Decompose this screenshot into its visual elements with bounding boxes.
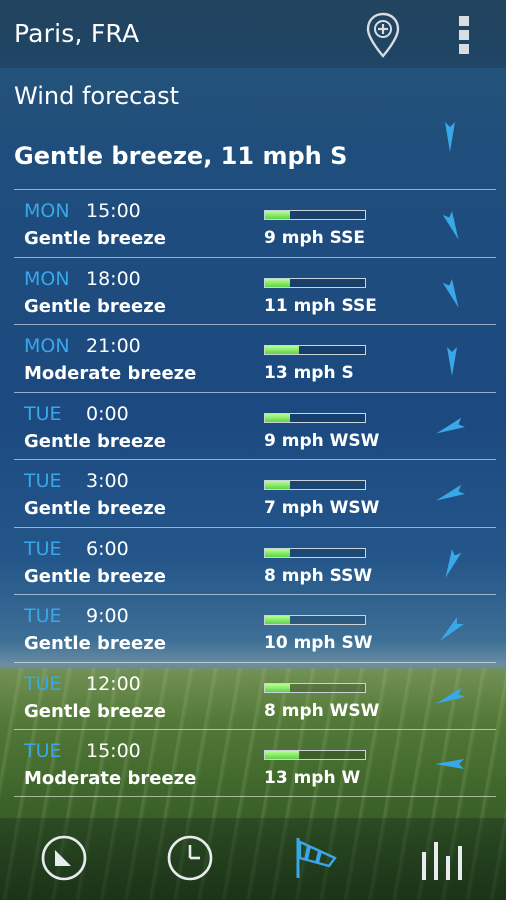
forecast-day: TUE	[24, 740, 62, 762]
forecast-description: Moderate breeze	[24, 363, 197, 384]
wind-strength-bar	[264, 480, 366, 490]
wind-strength-bar-fill	[265, 278, 290, 287]
forecast-description: Moderate breeze	[24, 768, 197, 789]
wind-strength-bar-fill	[265, 481, 290, 489]
forecast-description: Gentle breeze	[24, 430, 166, 452]
forecast-time: 0:00	[86, 402, 129, 425]
hourly-clock-icon[interactable]	[164, 832, 216, 884]
forecast-wind-speed: 13 mph W	[264, 768, 361, 788]
forecast-wind-speed: 8 mph WSW	[264, 700, 380, 721]
wind-strength-bar-fill	[265, 413, 290, 422]
forecast-day: TUE	[24, 537, 62, 560]
wind-direction-arrow-icon	[432, 677, 472, 717]
wind-strength-bar-fill	[265, 683, 290, 692]
wind-strength-bar	[264, 277, 366, 288]
forecast-day: MON	[24, 200, 70, 222]
forecast-description: Gentle breeze	[24, 565, 166, 587]
wind-strength-bar	[264, 345, 366, 355]
add-location-pin-icon[interactable]	[366, 12, 400, 58]
forecast-time: 15:00	[86, 740, 141, 762]
forecast-day: MON	[24, 267, 70, 290]
current-conditions-dial-icon[interactable]	[38, 832, 90, 884]
arrow-shape	[435, 759, 464, 769]
forecast-description: Gentle breeze	[24, 228, 166, 249]
arrow-shape	[439, 616, 465, 642]
forecast-description: Gentle breeze	[24, 700, 166, 722]
forecast-wind-speed: 9 mph WSW	[264, 430, 380, 451]
wind-strength-bar	[264, 682, 366, 693]
arrow-shape	[442, 278, 459, 308]
forecast-row[interactable]: MON 15:00 Gentle breeze 9 mph SSE	[14, 189, 496, 257]
forecast-row[interactable]: TUE 9:00 Gentle breeze 10 mph SW	[14, 594, 496, 662]
current-wind-direction-arrow-icon	[430, 112, 470, 156]
wind-direction-arrow-icon	[432, 744, 472, 784]
forecast-time: 18:00	[86, 267, 141, 290]
forecast-wind-speed: 7 mph WSW	[264, 498, 380, 518]
forecast-row[interactable]: TUE 0:00 Gentle breeze 9 mph WSW	[14, 391, 496, 460]
arrow-shape	[445, 548, 462, 578]
forecast-wind-speed: 10 mph SW	[264, 633, 373, 653]
forecast-row[interactable]: TUE 6:00 Gentle breeze 8 mph SSW	[14, 526, 496, 595]
wind-strength-bar-fill	[265, 211, 290, 219]
forecast-list: MON 15:00 Gentle breeze 9 mph SSE MON 18:00 Ge…	[14, 189, 496, 797]
wind-strength-bar-fill	[265, 346, 299, 354]
forecast-day: TUE	[24, 470, 62, 492]
wind-direction-arrow-icon	[432, 542, 472, 582]
forecast-wind-speed: 9 mph SSE	[264, 228, 365, 248]
wind-strength-bar-fill	[265, 616, 290, 624]
forecast-description: Gentle breeze	[24, 633, 166, 654]
wind-direction-arrow-icon	[432, 339, 472, 379]
wind-direction-arrow-icon	[432, 272, 472, 312]
forecast-day: TUE	[24, 605, 62, 627]
wind-strength-bar	[264, 750, 366, 760]
wind-strength-bar	[264, 412, 366, 423]
arrow-shape	[436, 417, 465, 434]
forecast-description: Gentle breeze	[24, 498, 166, 519]
forecast-time: 9:00	[86, 605, 129, 627]
arrow-shape	[447, 347, 457, 376]
forecast-day: TUE	[24, 402, 62, 425]
forecast-row[interactable]: TUE 12:00 Gentle breeze 8 mph WSW	[14, 661, 496, 730]
forecast-time: 15:00	[86, 200, 141, 222]
forecast-row[interactable]: TUE 3:00 Gentle breeze 7 mph WSW	[14, 459, 496, 527]
forecast-time: 12:00	[86, 672, 141, 695]
wind-strength-bar	[264, 547, 366, 558]
forecast-day: TUE	[24, 672, 62, 695]
forecast-day: MON	[24, 335, 70, 357]
wind-direction-arrow-icon	[432, 204, 472, 244]
forecast-wind-speed: 11 mph SSE	[264, 295, 377, 316]
wind-strength-bar-fill	[265, 751, 299, 759]
wind-direction-arrow-icon	[432, 474, 472, 514]
wind-strength-bar	[264, 615, 366, 625]
forecast-row[interactable]: MON 18:00 Gentle breeze 11 mph SSE	[14, 256, 496, 325]
forecast-row[interactable]: TUE 15:00 Moderate breeze 13 mph W	[14, 729, 496, 797]
bottom-navigation	[0, 818, 506, 900]
wind-direction-arrow-icon	[432, 609, 472, 649]
arrow-shape	[442, 211, 459, 240]
forecast-time: 3:00	[86, 470, 129, 492]
page-title: Wind forecast	[14, 82, 179, 110]
arrow-shape	[436, 484, 465, 501]
bar-chart-icon[interactable]	[418, 832, 470, 884]
forecast-wind-speed: 13 mph S	[264, 363, 354, 383]
forecast-time: 6:00	[86, 537, 129, 560]
overflow-menu-icon[interactable]	[450, 14, 478, 56]
app-bar: Paris, FRA	[0, 0, 506, 68]
windsock-icon[interactable]	[291, 832, 343, 884]
arrow-shape	[445, 122, 455, 152]
wind-strength-bar-fill	[265, 548, 290, 557]
current-wind-summary: Gentle breeze, 11 mph S	[14, 142, 348, 170]
wind-direction-arrow-icon	[432, 407, 472, 447]
forecast-description: Gentle breeze	[24, 295, 166, 317]
forecast-wind-speed: 8 mph SSW	[264, 565, 373, 586]
arrow-shape	[436, 687, 465, 704]
wind-strength-bar	[264, 210, 366, 220]
forecast-time: 21:00	[86, 335, 141, 357]
location-title[interactable]: Paris, FRA	[14, 19, 139, 48]
forecast-row[interactable]: MON 21:00 Moderate breeze 13 mph S	[14, 324, 496, 392]
